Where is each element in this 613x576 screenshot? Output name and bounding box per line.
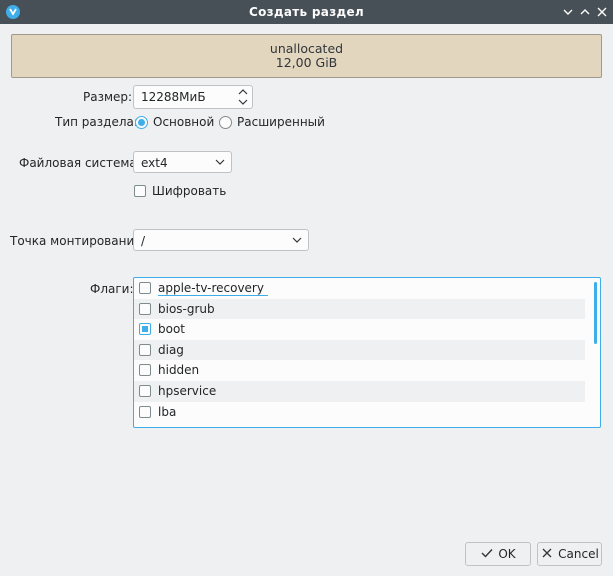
mount-point-value: /: [141, 234, 146, 248]
list-item[interactable]: apple-tv-recovery: [134, 278, 585, 299]
radio-extended-label[interactable]: Расширенный: [237, 115, 325, 129]
filesystem-label: Файловая система:: [19, 156, 141, 170]
title-bar[interactable]: Создать раздел: [0, 0, 613, 24]
preview-size: 12,00 GiB: [275, 55, 338, 70]
chevron-down-icon[interactable]: [560, 3, 576, 21]
chevron-up-icon[interactable]: [577, 3, 593, 21]
filesystem-select[interactable]: ext4: [133, 151, 232, 173]
ok-button[interactable]: OK: [465, 542, 531, 566]
list-item[interactable]: diag: [134, 339, 585, 361]
cancel-button[interactable]: Cancel: [537, 542, 602, 566]
size-spinbox[interactable]: 12288МиБ: [133, 85, 253, 109]
list-item[interactable]: boot: [134, 319, 585, 340]
filesystem-value: ext4: [141, 156, 168, 170]
flag-name: lba: [158, 404, 177, 419]
partition-type-label: Тип раздела:: [55, 115, 138, 129]
flag-checkbox[interactable]: [139, 323, 151, 336]
flag-name: diag: [158, 342, 184, 357]
window-title: Создать раздел: [248, 5, 364, 19]
flag-checkbox[interactable]: [139, 302, 151, 315]
flag-name: hidden: [158, 363, 200, 378]
encrypt-checkbox[interactable]: [134, 185, 146, 197]
list-item[interactable]: bios-grub: [134, 298, 585, 320]
list-item[interactable]: lba: [134, 402, 585, 423]
flags-list[interactable]: apple-tv-recovery bios-grub boot diag hi…: [133, 277, 601, 428]
partition-preview: unallocated 12,00 GiB: [11, 34, 602, 78]
spin-arrows-icon[interactable]: [238, 86, 248, 108]
flag-checkbox[interactable]: [139, 384, 151, 397]
radio-extended[interactable]: [219, 116, 232, 129]
flag-name: hpservice: [158, 383, 217, 398]
size-value: 12288МиБ: [141, 90, 206, 104]
flag-checkbox[interactable]: [139, 405, 151, 418]
flag-checkbox[interactable]: [139, 282, 151, 294]
close-icon: [540, 543, 554, 565]
scrollbar[interactable]: [594, 282, 597, 344]
list-item[interactable]: hpservice: [134, 380, 585, 402]
radio-primary[interactable]: [135, 116, 148, 129]
flag-checkbox[interactable]: [139, 364, 151, 377]
encrypt-label[interactable]: Шифровать: [152, 184, 226, 198]
mount-point-combo[interactable]: /: [133, 229, 309, 251]
chevron-down-icon: [215, 159, 225, 165]
flag-name: boot: [158, 322, 186, 337]
check-icon: [480, 543, 494, 565]
ok-label: OK: [498, 547, 516, 561]
mount-point-label: Точка монтирования: [10, 234, 142, 248]
close-icon[interactable]: [594, 3, 610, 21]
flag-name: apple-tv-recovery: [158, 281, 268, 296]
cancel-label: Cancel: [558, 547, 599, 561]
flag-name: bios-grub: [158, 301, 215, 316]
list-item[interactable]: hidden: [134, 360, 585, 381]
flag-checkbox[interactable]: [139, 343, 151, 356]
preview-label: unallocated: [269, 41, 344, 56]
radio-primary-label[interactable]: Основной: [153, 115, 214, 129]
flags-label: Флаги:: [90, 282, 134, 296]
chevron-down-icon: [292, 237, 302, 243]
size-label: Размер:: [83, 90, 133, 104]
